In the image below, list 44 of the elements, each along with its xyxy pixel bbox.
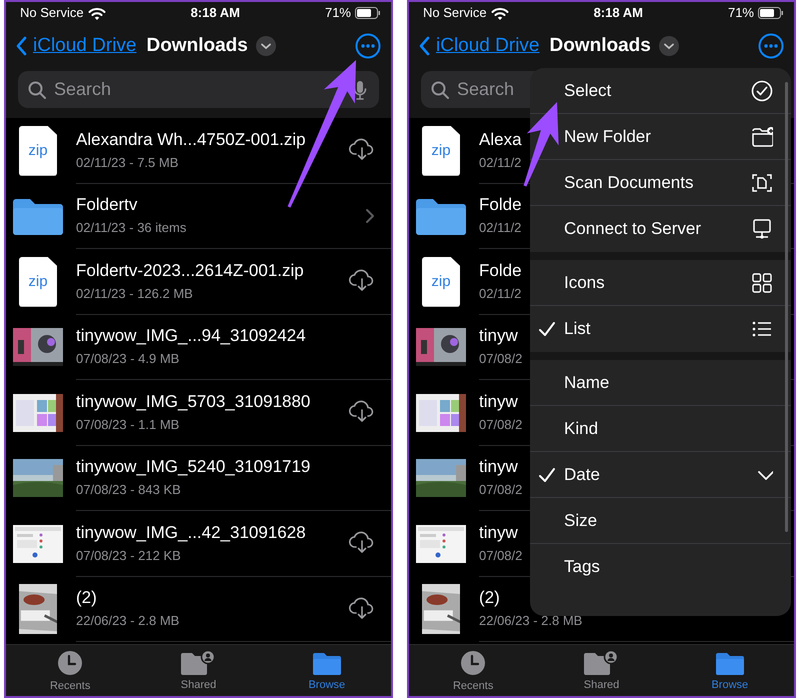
battery-percent: 71%	[728, 4, 754, 22]
folder-title: Downloads	[549, 34, 651, 58]
battery-percent: 71%	[324, 4, 351, 22]
zip-file-icon: zip	[19, 126, 57, 176]
file-meta: 22/06/23 - 2.8 MB	[479, 612, 582, 630]
file-meta: 07/08/23 - 1.1 MB	[76, 416, 180, 434]
file-name: tinyw	[479, 325, 518, 346]
file-name: tinyw	[479, 456, 518, 477]
clock-time: 8:18 AM	[594, 5, 643, 20]
file-name: Folde	[479, 194, 522, 215]
file-meta: 07/08/2	[479, 481, 522, 499]
file-meta: 07/08/2	[479, 350, 522, 368]
file-meta: 07/08/23 - 4.9 MB	[76, 350, 180, 368]
file-meta: 07/08/2	[479, 416, 522, 434]
zip-file-icon: zip	[422, 256, 460, 307]
file-name: tinyw	[479, 522, 518, 542]
file-name: Alexandra Wh...4750Z-001.zip	[76, 128, 306, 150]
file-meta: 02/11/23 - 36 items	[76, 219, 186, 237]
folder-title: Downloads	[146, 34, 248, 58]
zip-file-icon: zip	[19, 256, 57, 307]
file-meta: 07/08/2	[479, 546, 522, 564]
zip-file-icon: zip	[422, 126, 460, 176]
file-meta: 02/11/2	[479, 154, 522, 172]
file-name: (2)	[76, 587, 97, 608]
file-name: tinywow_IMG_...94_31092424	[76, 325, 306, 346]
file-name: tinywow_IMG_5703_31091880	[76, 390, 310, 412]
clock-time: 8:18 AM	[190, 5, 240, 20]
file-meta: 07/08/23 - 212 KB	[76, 546, 181, 564]
carrier-text: No Service	[20, 4, 84, 22]
file-name: tinyw	[479, 390, 518, 412]
file-name: tinywow_IMG_...42_31091628	[76, 522, 306, 542]
file-meta: 22/06/23 - 2.8 MB	[76, 612, 180, 630]
file-name: Folde	[479, 260, 522, 280]
file-name: tinywow_IMG_5240_31091719	[76, 456, 310, 477]
carrier-text: No Service	[423, 4, 487, 22]
file-meta: 02/11/23 - 7.5 MB	[76, 154, 178, 172]
file-meta: 02/11/2	[479, 219, 522, 237]
file-name: Alexa	[479, 128, 522, 150]
file-name: (2)	[479, 587, 500, 608]
file-name: Foldertv-2023...2614Z-001.zip	[76, 260, 304, 280]
file-meta: 02/11/2	[479, 284, 522, 302]
file-meta: 02/11/23 - 126.2 MB	[76, 284, 193, 302]
file-meta: 07/08/23 - 843 KB	[76, 481, 181, 499]
file-name: Foldertv	[76, 194, 138, 215]
